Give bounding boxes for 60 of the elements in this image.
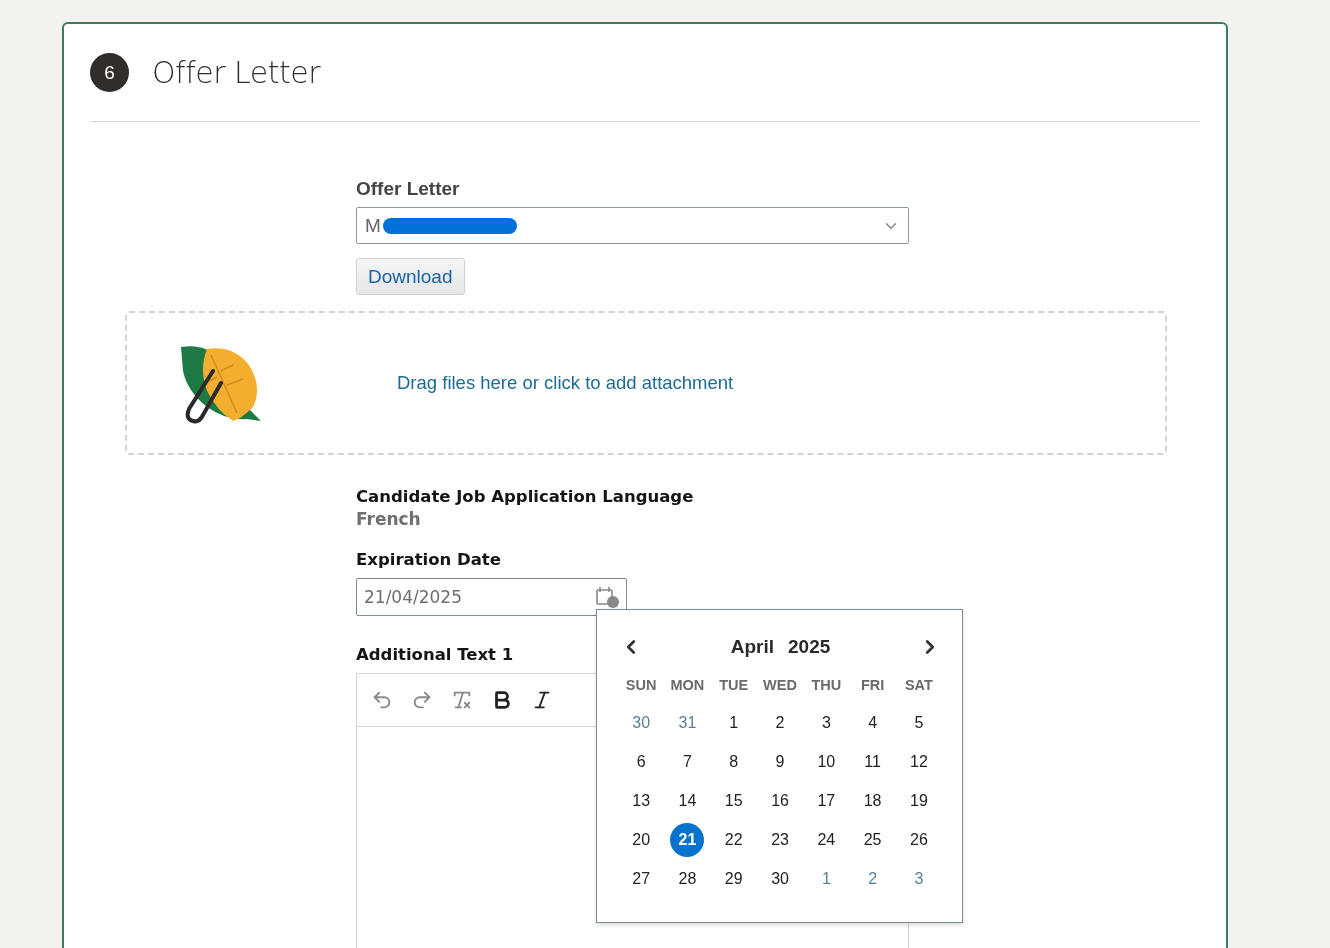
calendar-day[interactable]: 6 (624, 745, 659, 779)
calendar-day[interactable]: 4 (855, 706, 890, 740)
calendar-icon (596, 586, 620, 608)
field-label: Offer Letter (356, 178, 460, 200)
calendar-day[interactable]: 3 (901, 862, 936, 896)
download-button[interactable]: Download (356, 258, 465, 295)
clear-formatting-button[interactable] (451, 689, 473, 711)
section-title: Offer Letter (152, 55, 321, 90)
calendar-day[interactable]: 16 (763, 784, 798, 818)
weekday-label: SUN (624, 677, 658, 695)
calendar-day[interactable]: 13 (624, 784, 659, 818)
weekday-label: SAT (903, 677, 934, 695)
calendar-day[interactable]: 18 (855, 784, 890, 818)
calendar-day[interactable]: 26 (901, 823, 936, 857)
undo-button[interactable] (371, 689, 393, 711)
calendar-day[interactable]: 21 (670, 823, 705, 857)
calendar-day[interactable]: 1 (809, 862, 844, 896)
calendar-day[interactable]: 2 (763, 706, 798, 740)
calendar-day[interactable]: 5 (901, 706, 936, 740)
offer-letter-select[interactable]: M (356, 207, 909, 244)
calendar-day[interactable]: 9 (763, 745, 798, 779)
calendar-day[interactable]: 14 (670, 784, 705, 818)
field-label: Additional Text 1 (356, 645, 514, 664)
calendar-day[interactable]: 23 (763, 823, 798, 857)
redo-button[interactable] (411, 689, 433, 711)
weekday-label: MON (669, 677, 706, 695)
calendar-day[interactable]: 10 (809, 745, 844, 779)
calendar-day[interactable]: 30 (763, 862, 798, 896)
calendar-day[interactable]: 25 (855, 823, 890, 857)
field-value: French (356, 509, 422, 529)
calendar-day[interactable]: 15 (716, 784, 751, 818)
date-field[interactable]: 21/04/2025 (356, 578, 627, 616)
weekday-label: WED (762, 677, 798, 695)
calendar-day[interactable]: 8 (716, 745, 751, 779)
weekday-label: TUE (718, 677, 750, 695)
calendar-day[interactable]: 29 (716, 862, 751, 896)
calendar-day[interactable]: 19 (901, 784, 936, 818)
field-label: Candidate Job Application Language (356, 487, 694, 506)
weekday-label: FRI (859, 677, 886, 695)
step-number: 6 (90, 53, 129, 92)
calendar-day[interactable]: 12 (901, 745, 936, 779)
calendar-day[interactable]: 2 (855, 862, 890, 896)
calendar-day[interactable]: 31 (670, 706, 705, 740)
attachment-dropzone[interactable]: Drag files here or click to add attachment (125, 311, 1167, 455)
field-label: Expiration Date (356, 550, 501, 569)
calendar-day[interactable]: 20 (624, 823, 659, 857)
year-label: 2025 (788, 636, 831, 658)
calendar-day[interactable]: 27 (624, 862, 659, 896)
calendar-day[interactable]: 22 (716, 823, 751, 857)
calendar-day[interactable]: 17 (809, 784, 844, 818)
calendar-day[interactable]: 1 (716, 706, 751, 740)
calendar-day[interactable]: 11 (855, 745, 890, 779)
calendar-day[interactable]: 28 (670, 862, 705, 896)
calendar-day[interactable]: 30 (624, 706, 659, 740)
calendar-day[interactable]: 24 (809, 823, 844, 857)
dropzone-text: Drag files here or click to add attachment (397, 372, 734, 394)
weekday-label: THU (810, 677, 843, 695)
calendar-day[interactable]: 3 (809, 706, 844, 740)
calendar-day[interactable]: 7 (670, 745, 705, 779)
month-label: April (730, 636, 774, 658)
